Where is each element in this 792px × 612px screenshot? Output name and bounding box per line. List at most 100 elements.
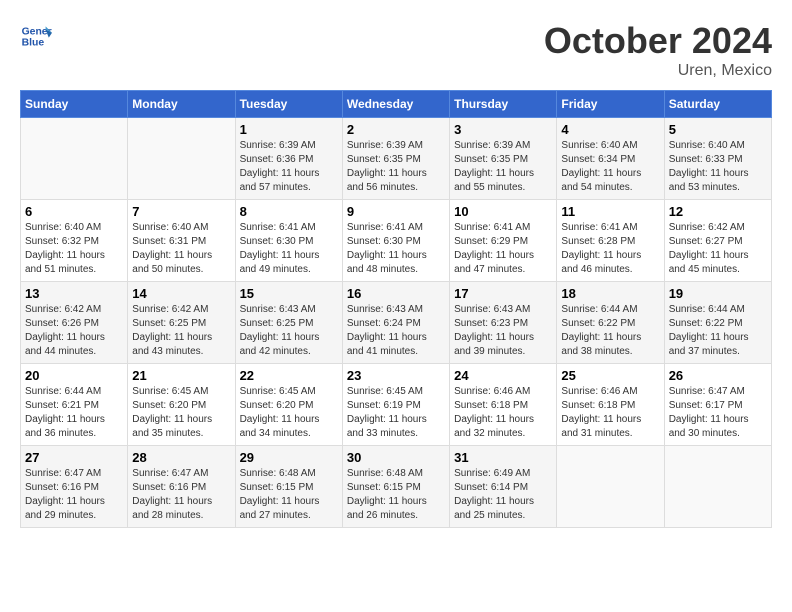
day-number: 15 xyxy=(240,286,338,301)
day-number: 29 xyxy=(240,450,338,465)
calendar-cell xyxy=(21,118,128,200)
day-number: 14 xyxy=(132,286,230,301)
weekday-header-monday: Monday xyxy=(128,91,235,118)
day-info: Sunrise: 6:45 AMSunset: 6:20 PMDaylight:… xyxy=(240,385,338,441)
calendar-cell xyxy=(664,446,771,528)
day-info: Sunrise: 6:41 AMSunset: 6:29 PMDaylight:… xyxy=(454,221,552,277)
calendar-cell xyxy=(128,118,235,200)
day-info: Sunrise: 6:42 AMSunset: 6:25 PMDaylight:… xyxy=(132,303,230,359)
weekday-header-sunday: Sunday xyxy=(21,91,128,118)
day-info: Sunrise: 6:39 AMSunset: 6:35 PMDaylight:… xyxy=(347,139,445,195)
day-info: Sunrise: 6:44 AMSunset: 6:22 PMDaylight:… xyxy=(561,303,659,359)
weekday-header-saturday: Saturday xyxy=(664,91,771,118)
logo: General Blue xyxy=(20,20,52,52)
day-number: 17 xyxy=(454,286,552,301)
weekday-header-tuesday: Tuesday xyxy=(235,91,342,118)
calendar-cell: 3 Sunrise: 6:39 AMSunset: 6:35 PMDaylight… xyxy=(450,118,557,200)
calendar-cell: 19 Sunrise: 6:44 AMSunset: 6:22 PMDayligh… xyxy=(664,282,771,364)
calendar-cell: 12Sunrise: 6:42 AMSunset: 6:27 PMDayligh… xyxy=(664,200,771,282)
day-number: 18 xyxy=(561,286,659,301)
calendar-cell: 4Sunrise: 6:40 AMSunset: 6:34 PMDaylight… xyxy=(557,118,664,200)
calendar-cell: 10Sunrise: 6:41 AMSunset: 6:29 PMDayligh… xyxy=(450,200,557,282)
day-number: 3 xyxy=(454,122,552,137)
day-info: Sunrise: 6:45 AMSunset: 6:19 PMDaylight:… xyxy=(347,385,445,441)
day-info: Sunrise: 6:42 AMSunset: 6:27 PMDaylight:… xyxy=(669,221,767,277)
calendar-cell: 1 Sunrise: 6:39 AMSunset: 6:36 PMDaylight… xyxy=(235,118,342,200)
day-number: 23 xyxy=(347,368,445,383)
day-info: Sunrise: 6:43 AMSunset: 6:23 PMDaylight:… xyxy=(454,303,552,359)
day-info: Sunrise: 6:41 AMSunset: 6:28 PMDaylight:… xyxy=(561,221,659,277)
day-number: 11 xyxy=(561,204,659,219)
day-number: 31 xyxy=(454,450,552,465)
calendar-cell: 6Sunrise: 6:40 AMSunset: 6:32 PMDaylight… xyxy=(21,200,128,282)
calendar-cell: 27 Sunrise: 6:47 AMSunset: 6:16 PMDayligh… xyxy=(21,446,128,528)
day-number: 28 xyxy=(132,450,230,465)
calendar-cell: 21 Sunrise: 6:45 AMSunset: 6:20 PMDayligh… xyxy=(128,364,235,446)
weekday-header-friday: Friday xyxy=(557,91,664,118)
day-number: 19 xyxy=(669,286,767,301)
calendar-week-row: 27 Sunrise: 6:47 AMSunset: 6:16 PMDayligh… xyxy=(21,446,772,528)
day-info: Sunrise: 6:40 AMSunset: 6:31 PMDaylight:… xyxy=(132,221,230,277)
day-info: Sunrise: 6:48 AMSunset: 6:15 PMDaylight:… xyxy=(347,467,445,523)
day-number: 13 xyxy=(25,286,123,301)
day-info: Sunrise: 6:39 AMSunset: 6:36 PMDaylight:… xyxy=(240,139,338,195)
calendar-cell: 17 Sunrise: 6:43 AMSunset: 6:23 PMDayligh… xyxy=(450,282,557,364)
day-info: Sunrise: 6:45 AMSunset: 6:20 PMDaylight:… xyxy=(132,385,230,441)
day-info: Sunrise: 6:40 AMSunset: 6:34 PMDaylight:… xyxy=(561,139,659,195)
calendar-cell: 30Sunrise: 6:48 AMSunset: 6:15 PMDayligh… xyxy=(342,446,449,528)
calendar-cell: 13Sunrise: 6:42 AMSunset: 6:26 PMDayligh… xyxy=(21,282,128,364)
calendar-cell: 26 Sunrise: 6:47 AMSunset: 6:17 PMDayligh… xyxy=(664,364,771,446)
calendar-week-row: 6Sunrise: 6:40 AMSunset: 6:32 PMDaylight… xyxy=(21,200,772,282)
weekday-header-wednesday: Wednesday xyxy=(342,91,449,118)
weekday-header-row: SundayMondayTuesdayWednesdayThursdayFrid… xyxy=(21,91,772,118)
calendar-cell: 23 Sunrise: 6:45 AMSunset: 6:19 PMDayligh… xyxy=(342,364,449,446)
day-number: 1 xyxy=(240,122,338,137)
calendar-cell: 25 Sunrise: 6:46 AMSunset: 6:18 PMDayligh… xyxy=(557,364,664,446)
day-info: Sunrise: 6:47 AMSunset: 6:16 PMDaylight:… xyxy=(132,467,230,523)
day-number: 7 xyxy=(132,204,230,219)
day-info: Sunrise: 6:44 AMSunset: 6:22 PMDaylight:… xyxy=(669,303,767,359)
month-title: October 2024 xyxy=(544,20,772,62)
weekday-header-thursday: Thursday xyxy=(450,91,557,118)
day-info: Sunrise: 6:46 AMSunset: 6:18 PMDaylight:… xyxy=(561,385,659,441)
calendar-week-row: 1 Sunrise: 6:39 AMSunset: 6:36 PMDaylight… xyxy=(21,118,772,200)
day-info: Sunrise: 6:41 AMSunset: 6:30 PMDaylight:… xyxy=(347,221,445,277)
day-info: Sunrise: 6:39 AMSunset: 6:35 PMDaylight:… xyxy=(454,139,552,195)
calendar-cell: 31 Sunrise: 6:49 AMSunset: 6:14 PMDayligh… xyxy=(450,446,557,528)
location-title: Uren, Mexico xyxy=(544,62,772,80)
calendar-cell: 20Sunrise: 6:44 AMSunset: 6:21 PMDayligh… xyxy=(21,364,128,446)
day-number: 21 xyxy=(132,368,230,383)
calendar-cell: 14 Sunrise: 6:42 AMSunset: 6:25 PMDayligh… xyxy=(128,282,235,364)
day-info: Sunrise: 6:47 AMSunset: 6:16 PMDaylight:… xyxy=(25,467,123,523)
day-number: 16 xyxy=(347,286,445,301)
day-number: 5 xyxy=(669,122,767,137)
day-number: 24 xyxy=(454,368,552,383)
logo-icon: General Blue xyxy=(20,20,52,52)
day-number: 8 xyxy=(240,204,338,219)
day-number: 6 xyxy=(25,204,123,219)
title-block: October 2024 Uren, Mexico xyxy=(544,20,772,80)
calendar-week-row: 20Sunrise: 6:44 AMSunset: 6:21 PMDayligh… xyxy=(21,364,772,446)
calendar-cell: 22 Sunrise: 6:45 AMSunset: 6:20 PMDayligh… xyxy=(235,364,342,446)
day-number: 25 xyxy=(561,368,659,383)
day-number: 27 xyxy=(25,450,123,465)
day-number: 26 xyxy=(669,368,767,383)
calendar-cell: 29 Sunrise: 6:48 AMSunset: 6:15 PMDayligh… xyxy=(235,446,342,528)
calendar-week-row: 13Sunrise: 6:42 AMSunset: 6:26 PMDayligh… xyxy=(21,282,772,364)
calendar-cell: 16Sunrise: 6:43 AMSunset: 6:24 PMDayligh… xyxy=(342,282,449,364)
day-info: Sunrise: 6:41 AMSunset: 6:30 PMDaylight:… xyxy=(240,221,338,277)
calendar-cell: 11 Sunrise: 6:41 AMSunset: 6:28 PMDayligh… xyxy=(557,200,664,282)
calendar-table: SundayMondayTuesdayWednesdayThursdayFrid… xyxy=(20,90,772,528)
day-info: Sunrise: 6:47 AMSunset: 6:17 PMDaylight:… xyxy=(669,385,767,441)
calendar-cell xyxy=(557,446,664,528)
calendar-cell: 7 Sunrise: 6:40 AMSunset: 6:31 PMDaylight… xyxy=(128,200,235,282)
day-info: Sunrise: 6:48 AMSunset: 6:15 PMDaylight:… xyxy=(240,467,338,523)
calendar-cell: 9 Sunrise: 6:41 AMSunset: 6:30 PMDaylight… xyxy=(342,200,449,282)
day-info: Sunrise: 6:40 AMSunset: 6:33 PMDaylight:… xyxy=(669,139,767,195)
calendar-cell: 24Sunrise: 6:46 AMSunset: 6:18 PMDayligh… xyxy=(450,364,557,446)
day-number: 9 xyxy=(347,204,445,219)
day-info: Sunrise: 6:49 AMSunset: 6:14 PMDaylight:… xyxy=(454,467,552,523)
day-number: 22 xyxy=(240,368,338,383)
day-number: 20 xyxy=(25,368,123,383)
calendar-cell: 5 Sunrise: 6:40 AMSunset: 6:33 PMDaylight… xyxy=(664,118,771,200)
